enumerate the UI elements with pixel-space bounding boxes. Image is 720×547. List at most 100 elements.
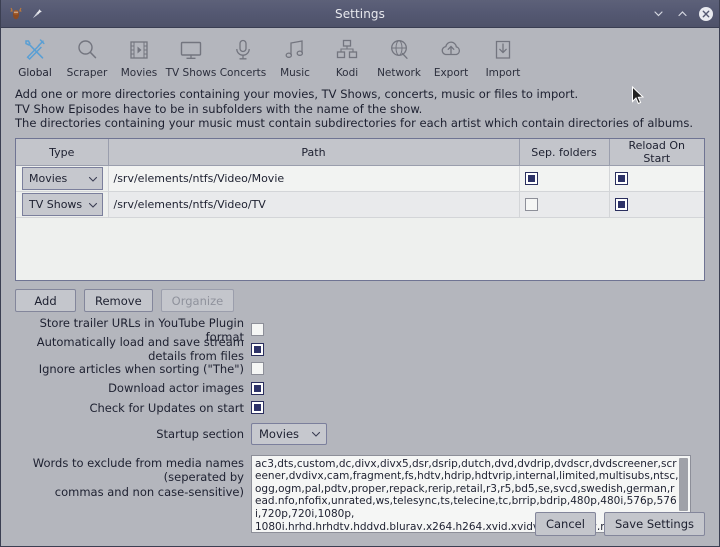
- table-action-buttons: Add Remove Organize: [15, 289, 719, 312]
- wrench-screwdriver-icon: [22, 36, 48, 64]
- sep-folders-checkbox[interactable]: [525, 172, 538, 185]
- column-header-path[interactable]: Path: [108, 139, 519, 166]
- reload-on-start-checkbox[interactable]: [615, 198, 628, 211]
- auto-stream-details-checkbox[interactable]: [251, 343, 264, 356]
- startup-section-row: Startup section Movies: [1, 423, 719, 445]
- toolbar-label: Scraper: [67, 67, 108, 79]
- column-header-type[interactable]: Type: [16, 139, 108, 166]
- remove-button[interactable]: Remove: [84, 289, 153, 312]
- exclude-label-line-2: commas and non case-sensitive): [55, 485, 244, 499]
- toolbar-item-export[interactable]: Export: [425, 34, 477, 81]
- global-options-list: Store trailer URLs in YouTube Plugin for…: [1, 320, 719, 418]
- minimize-button[interactable]: [650, 6, 666, 22]
- exclude-label-line-1: Words to exclude from media names (seper…: [33, 456, 244, 485]
- chevron-down-icon: [88, 200, 98, 210]
- toolbar-item-global[interactable]: Global: [9, 34, 61, 81]
- ignore-articles-checkbox[interactable]: [251, 362, 264, 375]
- toolbar-label: Kodi: [336, 67, 358, 79]
- toolbar-item-import[interactable]: Import: [477, 34, 529, 81]
- type-dropdown-value: TV Shows: [29, 198, 82, 211]
- store-trailer-urls-checkbox[interactable]: [251, 323, 264, 336]
- toolbar-label: Concerts: [220, 67, 267, 79]
- option-row-ignore-articles: Ignore articles when sorting ("The"): [1, 359, 719, 379]
- path-cell[interactable]: /srv/elements/ntfs/Video/TV: [108, 192, 519, 218]
- check-updates-checkbox[interactable]: [251, 401, 264, 414]
- textarea-scrollbar[interactable]: [679, 458, 688, 511]
- toolbar-label: Movies: [121, 67, 158, 79]
- title-bar-icons: [1, 6, 44, 22]
- option-label: Check for Updates on start: [1, 401, 251, 415]
- cancel-button[interactable]: Cancel: [535, 512, 596, 536]
- directories-table[interactable]: Type Path Sep. folders Reload On Start M…: [15, 138, 705, 281]
- chevron-down-icon: [311, 429, 321, 439]
- microphone-icon: [230, 36, 256, 64]
- monitor-icon: [178, 36, 204, 64]
- window-controls: [650, 0, 714, 27]
- toolbar-label: Global: [18, 67, 52, 79]
- moose-icon: [8, 6, 24, 22]
- window-title: Settings: [1, 7, 719, 21]
- settings-window: Settings: [0, 0, 720, 547]
- exclude-words-label: Words to exclude from media names (seper…: [1, 455, 251, 533]
- toolbar-label: Export: [434, 67, 468, 79]
- column-header-sep[interactable]: Sep. folders: [519, 139, 609, 166]
- toolbar-item-scraper[interactable]: Scraper: [61, 34, 113, 81]
- toolbar-item-kodi[interactable]: Kodi: [321, 34, 373, 81]
- type-cell: TV Shows: [16, 192, 108, 218]
- sep-folders-cell: [519, 166, 609, 192]
- toolbar-item-movies[interactable]: Movies: [113, 34, 165, 81]
- download-actor-images-checkbox[interactable]: [251, 382, 264, 395]
- option-label: Download actor images: [1, 381, 251, 395]
- toolbar-item-concerts[interactable]: Concerts: [217, 34, 269, 81]
- film-strip-icon: [126, 36, 152, 64]
- startup-section-value: Movies: [259, 427, 299, 441]
- table-row[interactable]: Movies /srv/elements/ntfs/Video/Movie: [16, 166, 704, 192]
- toolbar-item-tvshows[interactable]: TV Shows: [165, 34, 217, 81]
- path-cell[interactable]: /srv/elements/ntfs/Video/Movie: [108, 166, 519, 192]
- download-box-icon: [490, 36, 516, 64]
- toolbar-label: Music: [280, 67, 310, 79]
- cloud-upload-icon: [438, 36, 464, 64]
- sitemap-icon: [334, 36, 360, 64]
- type-cell: Movies: [16, 166, 108, 192]
- description-line-1: Add one or more directories containing y…: [15, 87, 719, 102]
- type-dropdown[interactable]: Movies: [22, 167, 103, 190]
- toolbar-label: Network: [377, 67, 421, 79]
- toolbar-label: Import: [486, 67, 521, 79]
- type-dropdown[interactable]: TV Shows: [22, 193, 103, 216]
- chevron-down-icon: [88, 174, 98, 184]
- reload-cell: [609, 192, 704, 218]
- table-row[interactable]: TV Shows /srv/elements/ntfs/Video/TV: [16, 192, 704, 218]
- sep-folders-cell: [519, 192, 609, 218]
- description-line-3: The directories containing your music mu…: [15, 116, 719, 131]
- type-dropdown-value: Movies: [29, 172, 67, 185]
- globe-stand-icon: [386, 36, 412, 64]
- option-row-check-updates: Check for Updates on start: [1, 398, 719, 418]
- reload-on-start-checkbox[interactable]: [615, 172, 628, 185]
- maximize-button[interactable]: [674, 6, 690, 22]
- title-bar: Settings: [1, 0, 719, 28]
- description-text: Add one or more directories containing y…: [1, 85, 719, 131]
- sep-folders-checkbox[interactable]: [525, 198, 538, 211]
- toolbar-label: TV Shows: [166, 67, 217, 79]
- option-row-download-actor-images: Download actor images: [1, 379, 719, 399]
- option-label: Ignore articles when sorting ("The"): [1, 362, 251, 376]
- reload-cell: [609, 166, 704, 192]
- dialog-footer: Cancel Save Settings: [535, 512, 705, 536]
- toolbar-item-music[interactable]: Music: [269, 34, 321, 81]
- organize-button[interactable]: Organize: [161, 289, 235, 312]
- save-settings-button[interactable]: Save Settings: [604, 512, 705, 536]
- toolbar-item-network[interactable]: Network: [373, 34, 425, 81]
- settings-toolbar: Global Scraper Movies: [1, 28, 719, 85]
- table-header-row: Type Path Sep. folders Reload On Start: [16, 139, 704, 166]
- startup-section-label: Startup section: [1, 427, 251, 441]
- option-label: Automatically load and save stream detai…: [1, 335, 251, 363]
- add-button[interactable]: Add: [15, 289, 76, 312]
- music-note-icon: [282, 36, 308, 64]
- startup-section-select[interactable]: Movies: [251, 423, 327, 445]
- pin-icon[interactable]: [30, 7, 44, 21]
- column-header-reload[interactable]: Reload On Start: [609, 139, 704, 166]
- close-icon[interactable]: [698, 6, 714, 22]
- magnifier-icon: [74, 36, 100, 64]
- option-row-auto-stream-details: Automatically load and save stream detai…: [1, 340, 719, 360]
